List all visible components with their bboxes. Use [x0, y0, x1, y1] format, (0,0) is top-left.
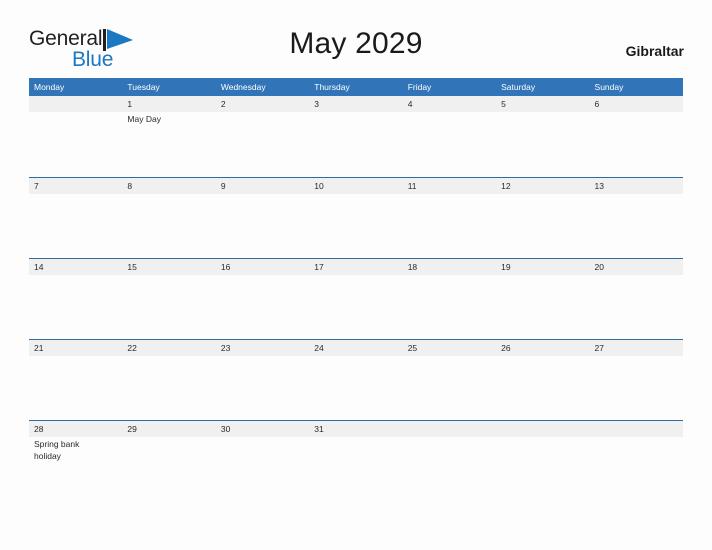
day-cell[interactable]: [496, 421, 589, 501]
weekday-header-sunday: Sunday: [594, 82, 624, 92]
day-cell[interactable]: 15: [122, 259, 215, 339]
day-cell[interactable]: [29, 96, 122, 177]
day-cell[interactable]: 28 Spring bank holiday: [29, 421, 122, 501]
day-number: 15: [127, 262, 137, 272]
day-cell[interactable]: 21: [29, 340, 122, 420]
day-cell[interactable]: 22: [122, 340, 215, 420]
day-number: 11: [407, 181, 417, 191]
day-event: May Day: [127, 114, 161, 124]
day-cell[interactable]: 9: [216, 178, 309, 258]
day-cell[interactable]: 2: [216, 96, 309, 177]
day-cell[interactable]: 10: [309, 178, 402, 258]
day-cell[interactable]: 25: [403, 340, 496, 420]
week-day-cells: 7 8 9 10 11 12 13: [29, 178, 683, 258]
day-number: 24: [314, 343, 324, 353]
day-cell[interactable]: [403, 421, 496, 501]
day-number: 17: [314, 262, 324, 272]
day-cell[interactable]: [590, 421, 683, 501]
page-header: General Blue May 2029 Gibraltar: [0, 0, 712, 78]
week-day-cells: 1 May Day 2 3 4 5 6: [29, 96, 683, 177]
day-number: 26: [501, 343, 511, 353]
day-cell[interactable]: 29: [122, 421, 215, 501]
day-cell[interactable]: 8: [122, 178, 215, 258]
day-cell[interactable]: 24: [309, 340, 402, 420]
day-number: 8: [127, 181, 133, 191]
calendar-grid: Monday Tuesday Wednesday Thursday Friday…: [29, 78, 683, 501]
week-row: 1 May Day 2 3 4 5 6: [29, 96, 683, 177]
day-number: 7: [34, 181, 39, 191]
day-cell[interactable]: 30: [216, 421, 309, 501]
day-number: 19: [501, 262, 511, 272]
day-cell[interactable]: 16: [216, 259, 309, 339]
week-day-cells: 21 22 23 24 25 26 27: [29, 340, 683, 420]
day-number: 27: [594, 343, 604, 353]
day-cell[interactable]: 4: [403, 96, 496, 177]
day-cell[interactable]: 1 May Day: [122, 96, 215, 177]
week-row: 14 15 16 17 18 19 20: [29, 258, 683, 339]
day-number: 12: [501, 181, 511, 191]
day-number: 21: [34, 343, 44, 353]
day-cell[interactable]: 31: [309, 421, 402, 501]
day-number: 2: [220, 99, 226, 109]
day-number: 3: [314, 99, 319, 109]
day-cell[interactable]: 23: [216, 340, 309, 420]
day-number: 1: [127, 99, 133, 109]
day-cell[interactable]: 3: [309, 96, 402, 177]
day-number: 9: [220, 181, 226, 191]
weekday-header-monday: Monday: [34, 82, 65, 92]
day-number: 22: [127, 343, 137, 353]
day-number: 20: [594, 262, 604, 272]
day-cell[interactable]: 18: [403, 259, 496, 339]
day-number: 29: [127, 424, 137, 434]
day-cell[interactable]: 17: [309, 259, 402, 339]
day-number: 13: [594, 181, 604, 191]
day-cell[interactable]: 19: [496, 259, 589, 339]
day-number: 30: [220, 424, 231, 434]
day-cell[interactable]: 20: [590, 259, 683, 339]
day-cell[interactable]: 26: [496, 340, 589, 420]
day-cell[interactable]: 13: [590, 178, 683, 258]
day-number: 28: [34, 424, 44, 434]
day-event: Spring bank holiday: [34, 439, 80, 461]
day-number: 18: [407, 262, 418, 272]
week-day-cells: 14 15 16 17 18 19 20: [29, 259, 683, 339]
day-cell[interactable]: 14: [29, 259, 122, 339]
day-number: 14: [34, 262, 44, 272]
region-label: Gibraltar: [625, 43, 684, 59]
day-number: 25: [407, 343, 418, 353]
week-row: 21 22 23 24 25 26 27: [29, 339, 683, 420]
day-cell[interactable]: 27: [590, 340, 683, 420]
day-number: 23: [220, 343, 231, 353]
day-cell[interactable]: 7: [29, 178, 122, 258]
page-title: May 2029: [289, 27, 423, 60]
week-day-cells: 28 Spring bank holiday 29 30 31: [29, 421, 683, 501]
day-cell[interactable]: 11: [403, 178, 496, 258]
weekday-header-saturday: Saturday: [501, 82, 536, 92]
weekday-header-friday: Friday: [407, 82, 432, 92]
day-number: 16: [220, 262, 231, 272]
weekday-header-wednesday: Wednesday: [220, 82, 266, 92]
weekday-header-tuesday: Tuesday: [127, 82, 160, 92]
day-number: 6: [594, 99, 600, 109]
day-number: 5: [501, 99, 506, 109]
day-number: 31: [314, 424, 324, 434]
day-cell[interactable]: 12: [496, 178, 589, 258]
week-row: 7 8 9 10 11 12 13: [29, 177, 683, 258]
weekday-header-row: Monday Tuesday Wednesday Thursday Friday…: [29, 78, 683, 96]
day-number: 4: [407, 99, 413, 109]
day-cell[interactable]: 6: [590, 96, 683, 177]
weekday-header-thursday: Thursday: [314, 82, 350, 92]
day-number: 10: [314, 181, 324, 191]
day-cell[interactable]: 5: [496, 96, 589, 177]
week-row: 28 Spring bank holiday 29 30 31: [29, 420, 683, 501]
